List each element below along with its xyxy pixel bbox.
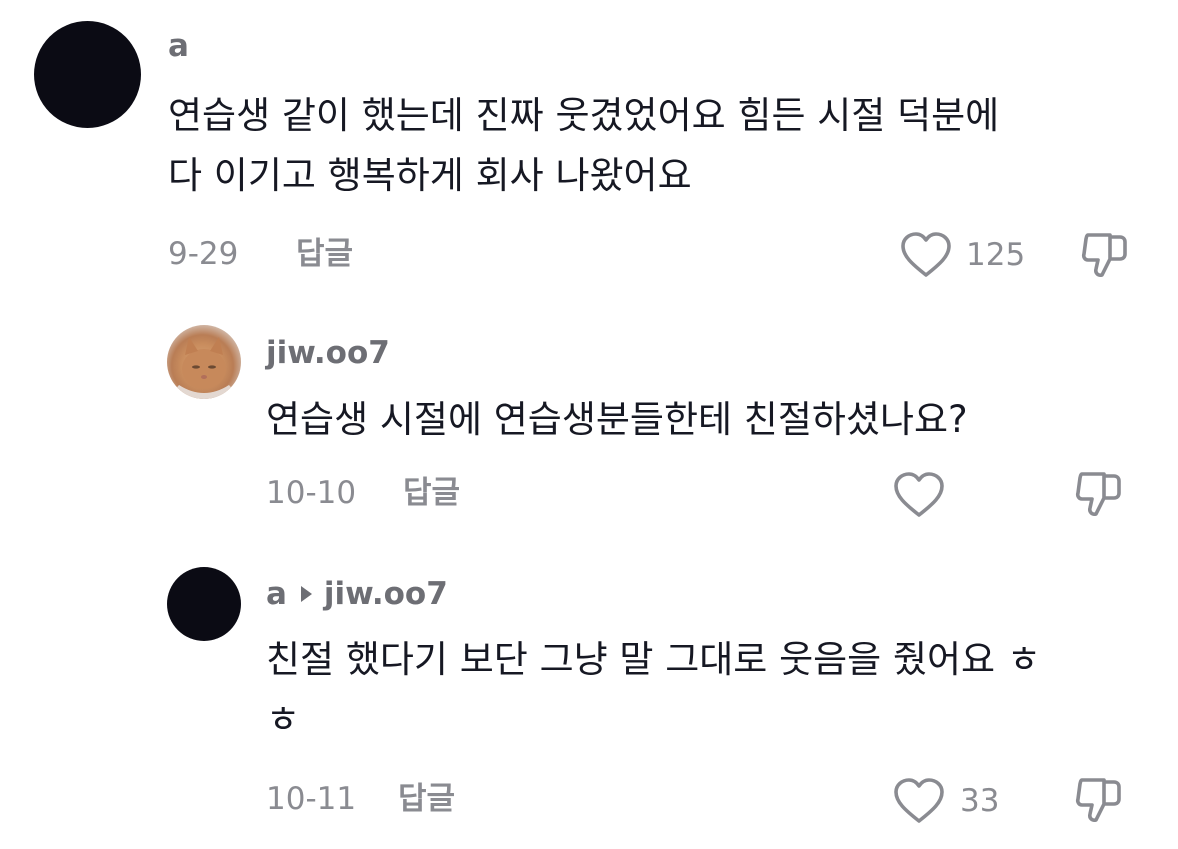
heart-outline-icon[interactable] bbox=[893, 777, 945, 825]
heart-outline-icon[interactable] bbox=[893, 471, 945, 519]
reply-button[interactable]: 답글 bbox=[296, 234, 353, 274]
reply-button[interactable]: 답글 bbox=[398, 779, 455, 819]
like-count: 33 bbox=[960, 783, 1000, 819]
thumbs-down-outline-icon[interactable] bbox=[1080, 229, 1130, 281]
avatar[interactable] bbox=[34, 21, 141, 128]
like-count: 125 bbox=[966, 237, 1026, 273]
comment-text: 연습생 같이 했는데 진짜 웃겼었어요 힘든 시절 덕분에 다 이기고 행복하게… bbox=[168, 94, 1000, 197]
thumbs-down-outline-icon[interactable] bbox=[1074, 774, 1124, 826]
avatar[interactable] bbox=[167, 567, 241, 641]
reply-item: a jiw.oo7 친절 했다기 보단 그냥 말 그대로 웃음을 줬어요 ㅎ ㅎ … bbox=[0, 550, 1178, 849]
comment-date: 9-29 bbox=[168, 236, 239, 272]
comment-username[interactable]: a bbox=[168, 28, 189, 64]
avatar[interactable] bbox=[167, 325, 241, 399]
comment-item: a 연습생 같이 했는데 진짜 웃겼었어요 힘든 시절 덕분에 다 이기고 행복… bbox=[0, 0, 1178, 300]
comment-date: 10-11 bbox=[266, 781, 357, 817]
cat-avatar-icon bbox=[167, 337, 241, 399]
comment-date: 10-10 bbox=[266, 475, 357, 511]
comment-username[interactable]: jiw.oo7 bbox=[266, 335, 390, 371]
heart-outline-icon[interactable] bbox=[900, 231, 952, 279]
reply-target-username[interactable]: jiw.oo7 bbox=[324, 576, 448, 612]
reply-button[interactable]: 답글 bbox=[403, 473, 460, 513]
reply-arrow-icon bbox=[300, 585, 312, 602]
comment-username[interactable]: a jiw.oo7 bbox=[266, 576, 448, 612]
thumbs-down-outline-icon[interactable] bbox=[1074, 468, 1124, 520]
comment-text: 연습생 시절에 연습생분들한테 친절하셨나요? bbox=[266, 398, 968, 441]
reply-item: jiw.oo7 연습생 시절에 연습생분들한테 친절하셨나요? 10-10 답글 bbox=[0, 300, 1178, 550]
comment-text: 친절 했다기 보단 그냥 말 그대로 웃음을 줬어요 ㅎ ㅎ bbox=[266, 638, 1041, 741]
reply-author[interactable]: a bbox=[266, 576, 287, 612]
